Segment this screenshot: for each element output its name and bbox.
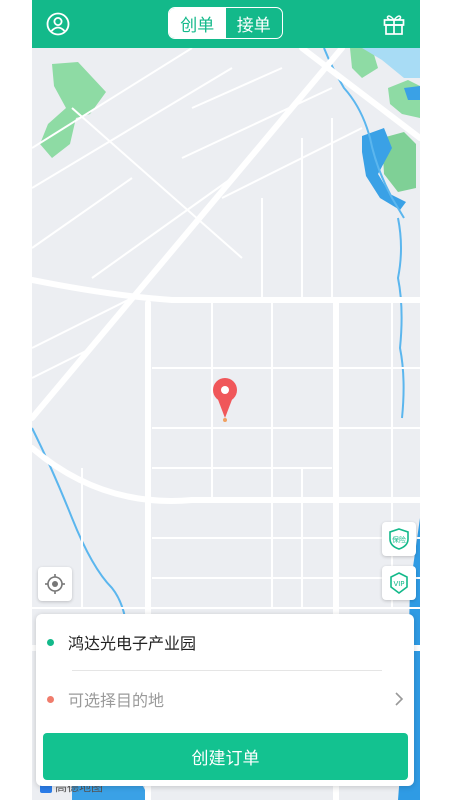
svg-text:保险: 保险 xyxy=(392,535,406,544)
origin-row[interactable]: 鸿达光电子产业园 xyxy=(36,614,414,670)
locate-button[interactable] xyxy=(38,567,72,601)
destination-dot-icon xyxy=(47,695,54,703)
create-order-button[interactable]: 创建订单 xyxy=(43,733,408,780)
order-card: 鸿达光电子产业园 可选择目的地 创建订单 xyxy=(36,614,414,786)
origin-address: 鸿达光电子产业园 xyxy=(68,634,197,653)
vip-badge-icon: VIP xyxy=(390,572,408,594)
destination-placeholder: 可选择目的地 xyxy=(68,691,165,710)
chevron-right-icon xyxy=(395,692,404,706)
origin-dot-icon xyxy=(47,638,54,646)
locate-icon xyxy=(45,574,65,594)
tab-accept-order[interactable]: 接单 xyxy=(226,8,283,38)
user-profile-icon xyxy=(46,12,70,36)
gift-icon xyxy=(383,15,405,35)
svg-text:VIP: VIP xyxy=(393,580,404,588)
order-mode-toggle: 创单 接单 xyxy=(168,7,283,39)
gift-button[interactable] xyxy=(378,8,410,40)
profile-button[interactable] xyxy=(42,8,74,40)
destination-row[interactable]: 可选择目的地 xyxy=(36,671,414,727)
tab-create-order[interactable]: 创单 xyxy=(169,8,226,38)
app-screen: 保险 VIP 创单 接单 高德地图 鸿达光电子产业园 可选择目的地 创建订单 xyxy=(32,0,420,800)
insurance-button[interactable]: 保险 xyxy=(382,522,416,556)
insurance-shield-icon: 保险 xyxy=(389,528,409,550)
vip-button[interactable]: VIP xyxy=(382,566,416,600)
top-bar: 创单 接单 xyxy=(32,0,420,48)
